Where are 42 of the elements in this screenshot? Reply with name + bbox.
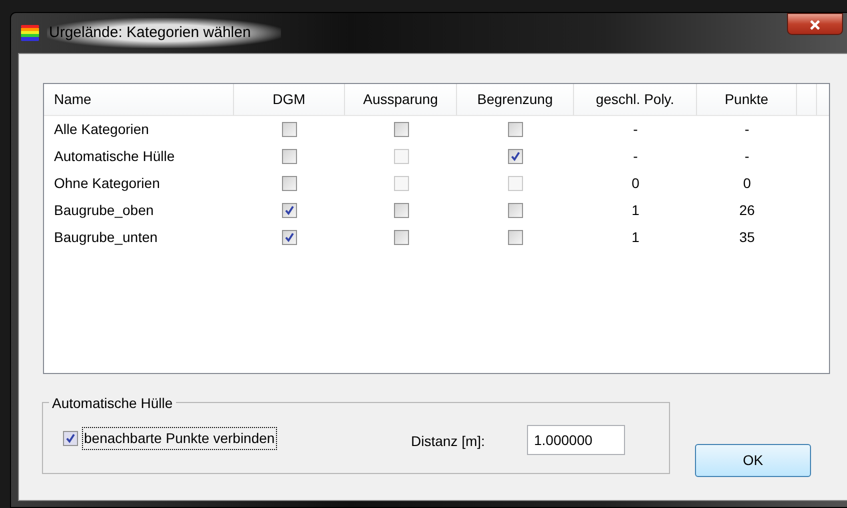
app-icon	[21, 25, 39, 41]
point-count: 0	[743, 174, 751, 193]
poly-count: 0	[632, 174, 640, 193]
point-count: -	[744, 147, 750, 166]
ok-button[interactable]: OK	[695, 444, 811, 477]
checkbox[interactable]	[508, 230, 523, 245]
point-count: 35	[739, 228, 755, 247]
category-name: Baugrube_oben	[54, 201, 154, 220]
distance-label: Distanz [m]:	[411, 432, 485, 451]
column-header[interactable]: Punkte	[724, 89, 768, 110]
checkbox[interactable]	[394, 230, 408, 245]
checkbox[interactable]	[394, 122, 408, 137]
checkbox-label[interactable]: benachbarte Punkte verbinden	[82, 427, 277, 450]
point-count: -	[744, 120, 750, 139]
checkbox[interactable]	[282, 149, 297, 164]
checkbox[interactable]	[63, 431, 78, 446]
checkbox[interactable]	[394, 203, 408, 218]
checkbox[interactable]	[508, 122, 523, 137]
close-icon	[809, 19, 821, 32]
distance-field[interactable]: 1.000000	[527, 425, 625, 455]
poly-count: -	[633, 147, 638, 166]
checkbox[interactable]	[508, 149, 523, 164]
column-header[interactable]: DGM	[272, 89, 306, 110]
checkbox[interactable]	[282, 203, 297, 218]
column-header[interactable]: Name	[54, 89, 92, 110]
point-count: 26	[739, 201, 755, 220]
category-name: Baugrube_unten	[54, 228, 158, 247]
poly-count: -	[633, 120, 638, 139]
category-name: Alle Kategorien	[54, 120, 149, 139]
checkbox[interactable]	[282, 122, 297, 137]
checkbox[interactable]	[282, 230, 297, 245]
column-header[interactable]: Aussparung	[363, 89, 438, 110]
column-header[interactable]: Begrenzung	[477, 89, 553, 110]
close-button[interactable]	[787, 13, 843, 35]
column-header[interactable]: geschl. Poly.	[596, 89, 674, 110]
category-name: Automatische Hülle	[54, 147, 175, 166]
poly-count: 1	[632, 228, 640, 247]
poly-count: 1	[632, 201, 640, 220]
window-title: Urgelände: Kategorien wählen	[47, 18, 281, 48]
category-name: Ohne Kategorien	[54, 174, 160, 193]
checkbox[interactable]	[508, 203, 523, 218]
checkbox[interactable]	[282, 176, 297, 191]
